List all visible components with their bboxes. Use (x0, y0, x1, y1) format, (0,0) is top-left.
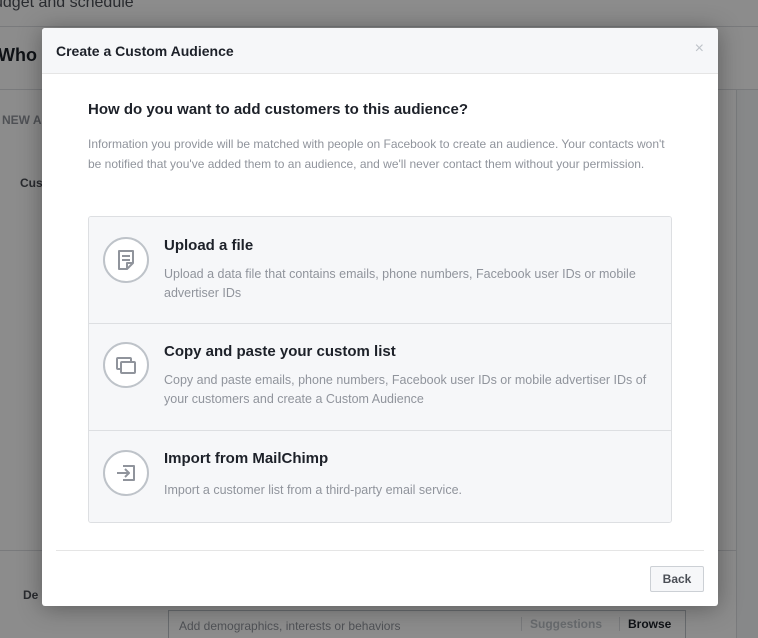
option-description: Upload a data file that contains emails,… (164, 267, 636, 300)
option-upload-file[interactable]: Upload a file Upload a data file that co… (89, 217, 671, 324)
option-title: Upload a file (164, 237, 254, 254)
dialog-description: Information you provide will be matched … (88, 137, 665, 171)
dialog-question: How do you want to add customers to this… (88, 101, 469, 118)
close-icon[interactable]: × (695, 41, 704, 57)
file-upload-icon (103, 237, 149, 283)
option-import-mailchimp[interactable]: Import from MailChimp Import a customer … (89, 431, 671, 522)
import-icon (103, 450, 149, 496)
audience-source-options: Upload a file Upload a data file that co… (88, 216, 672, 523)
footer-divider (56, 550, 704, 551)
option-title: Import from MailChimp (164, 450, 329, 467)
option-description: Import a customer list from a third-part… (164, 483, 462, 497)
option-title: Copy and paste your custom list (164, 343, 396, 360)
dialog-title: Create a Custom Audience (56, 43, 234, 59)
copy-paste-icon (103, 342, 149, 388)
dialog-header: Create a Custom Audience × (42, 28, 718, 74)
custom-audience-dialog: Create a Custom Audience × How do you wa… (42, 28, 718, 606)
option-copy-paste-list[interactable]: Copy and paste your custom list Copy and… (89, 324, 671, 431)
back-button[interactable]: Back (650, 566, 704, 592)
option-description: Copy and paste emails, phone numbers, Fa… (164, 373, 647, 406)
